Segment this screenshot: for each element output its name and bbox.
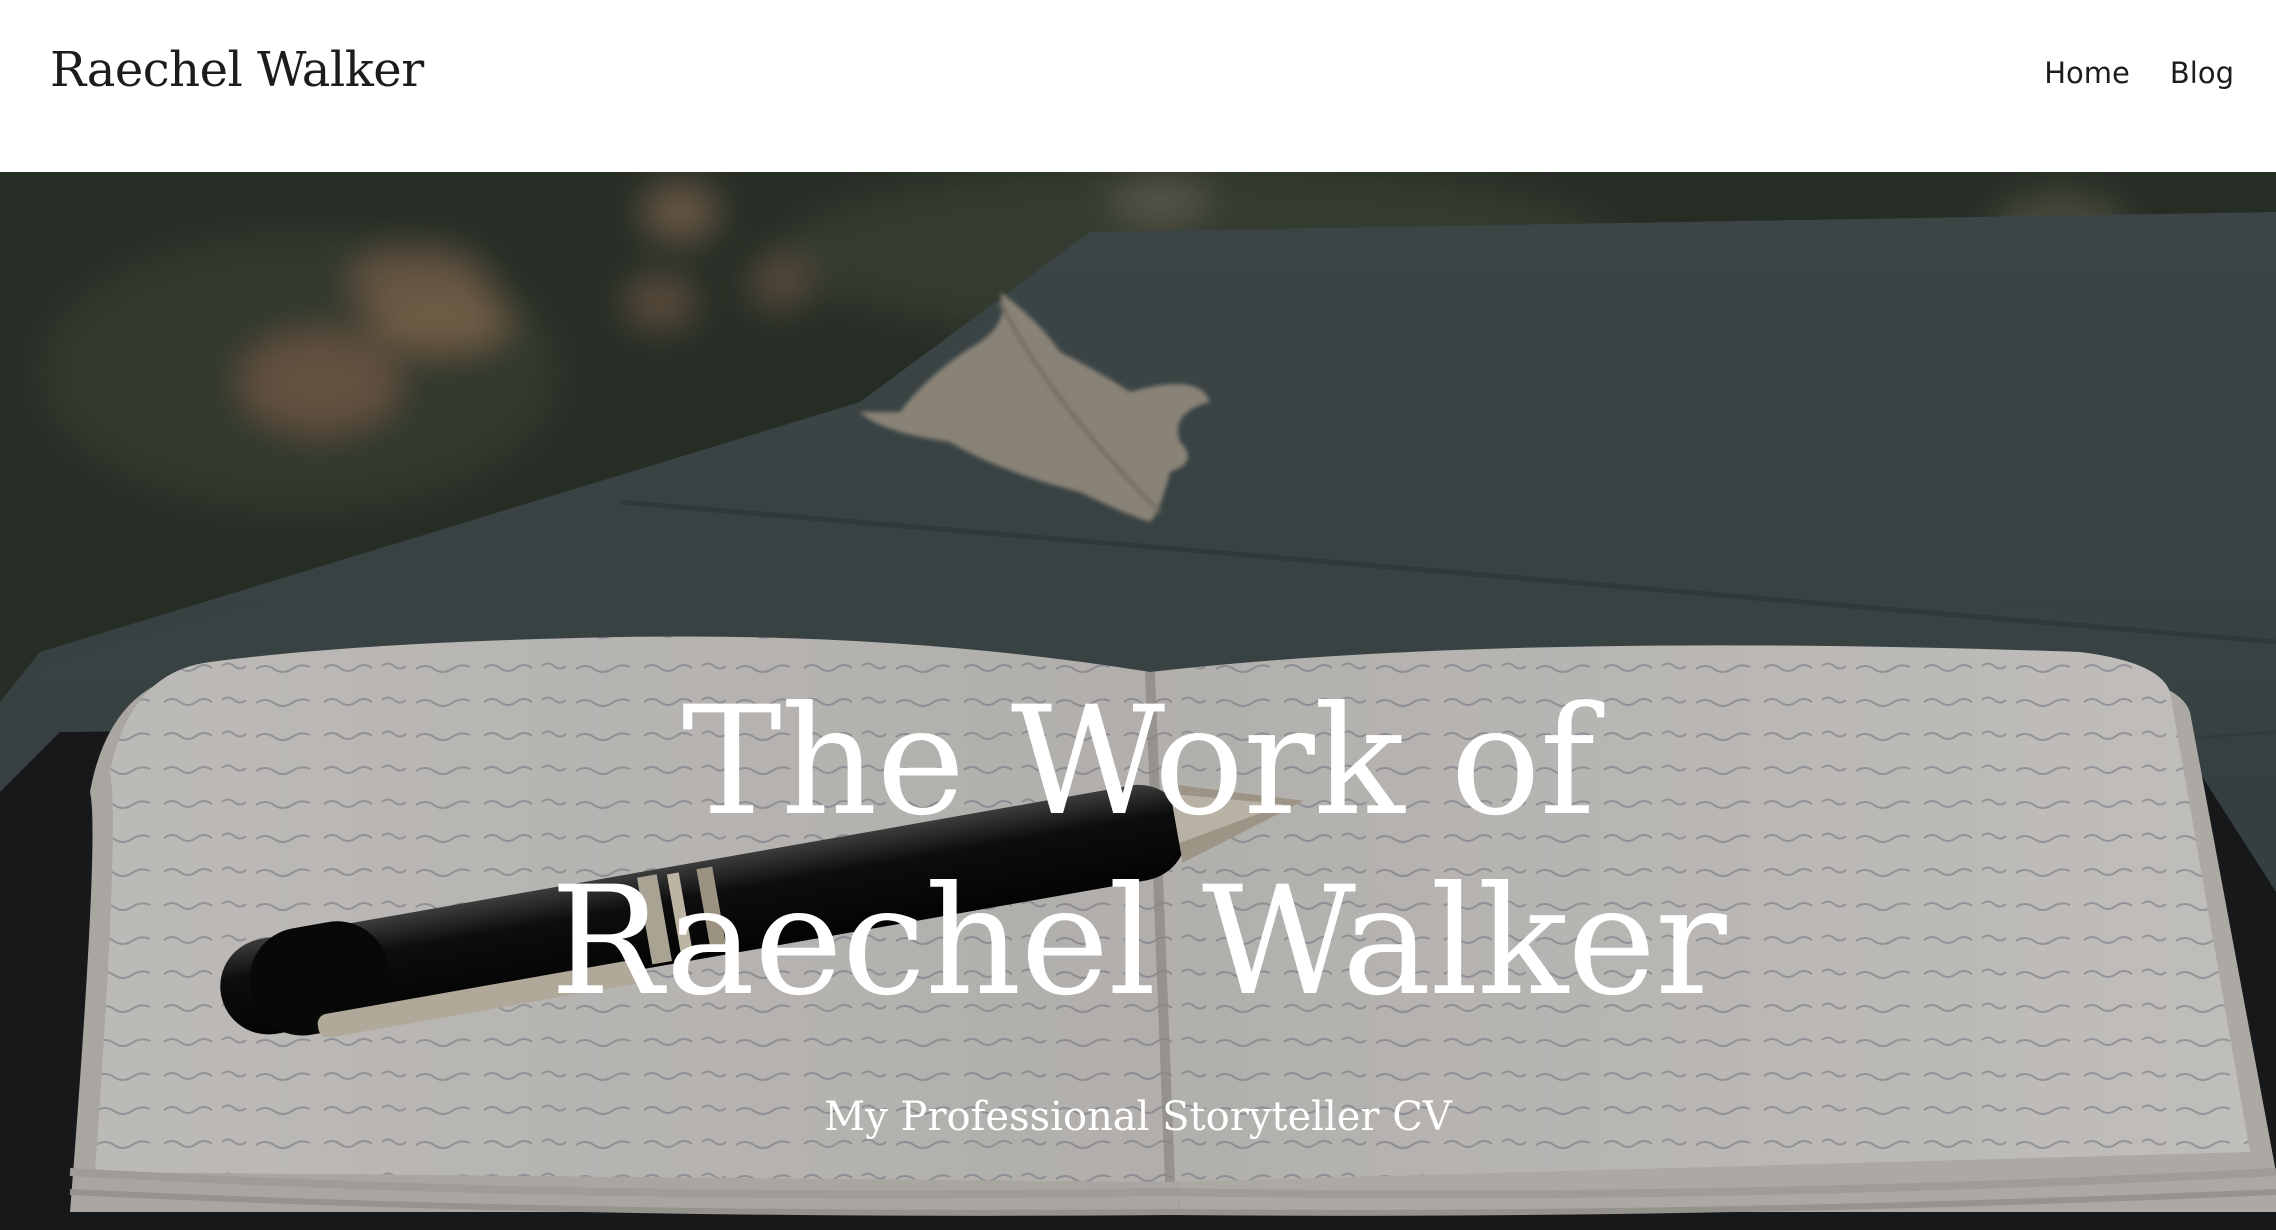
- hero-heading-line-1: The Work of: [681, 675, 1596, 849]
- hero-content: The Work of Raechel Walker My Profession…: [0, 172, 2276, 1230]
- hero-subtitle: My Professional Storyteller CV: [824, 1094, 1452, 1140]
- site-header: Raechel Walker Home Blog: [0, 0, 2276, 172]
- hero-heading: The Work of Raechel Walker: [0, 672, 2276, 1032]
- main-nav: Home Blog: [2044, 56, 2234, 90]
- site-title[interactable]: Raechel Walker: [50, 42, 424, 98]
- nav-link-blog[interactable]: Blog: [2170, 56, 2234, 90]
- hero-heading-line-2: Raechel Walker: [550, 855, 1727, 1029]
- nav-link-home[interactable]: Home: [2044, 56, 2130, 90]
- hero-section: The Work of Raechel Walker My Profession…: [0, 172, 2276, 1230]
